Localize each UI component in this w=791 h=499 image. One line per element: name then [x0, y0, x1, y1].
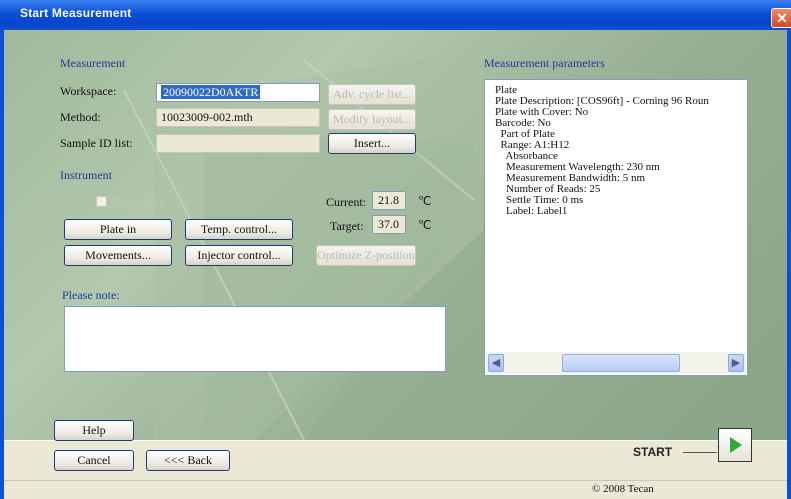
title-bar: Start Measurement ✕	[0, 0, 791, 30]
current-temp-unit: ℃	[418, 194, 432, 208]
parameter-line: Label: Label1	[495, 205, 568, 217]
please-note-label: Please note:	[62, 288, 120, 302]
injector-control-button[interactable]: Injector control...	[185, 245, 293, 266]
parameters-list: Plate Plate Description: [COS96ft] - Corn…	[495, 85, 709, 217]
workspace-label: Workspace:	[60, 84, 117, 98]
close-button[interactable]: ✕	[771, 8, 791, 28]
workspace-value: 20090022D0AKTR	[161, 85, 261, 99]
temp-control-button[interactable]: Temp. control...	[185, 219, 293, 240]
copyright-text: © 2008 Tecan	[592, 483, 654, 495]
modify-layout-button[interactable]: Modify layout...	[328, 109, 416, 130]
scroll-right-icon[interactable]: ▶	[728, 354, 744, 372]
method-field[interactable]: 10023009-002.mth	[156, 108, 320, 127]
back-button[interactable]: <<< Back	[146, 450, 230, 471]
current-temp-field: 21.8	[372, 191, 406, 210]
target-temp-label: Target:	[330, 219, 364, 233]
target-temp-field[interactable]: 37.0	[372, 215, 406, 234]
instrument-group-label: Instrument	[60, 168, 112, 182]
sample-id-label: Sample ID list:	[60, 136, 133, 150]
window-frame-right	[787, 30, 791, 499]
use-reader-checkbox[interactable]	[96, 196, 107, 207]
horizontal-scrollbar[interactable]: ◀ ▶	[486, 352, 746, 374]
sample-id-field[interactable]	[156, 134, 320, 153]
insert-button[interactable]: Insert...	[328, 133, 416, 154]
start-label: START	[633, 445, 673, 459]
adv-cycle-list-button[interactable]: Adv. cycle list...	[328, 84, 416, 105]
movements-button[interactable]: Movements...	[64, 245, 172, 266]
use-reader-label: Use reader	[112, 195, 164, 209]
scroll-left-icon[interactable]: ◀	[488, 354, 504, 372]
target-temp-unit: ℃	[418, 218, 432, 232]
parameters-group-label: Measurement parameters	[484, 56, 605, 70]
method-label: Method:	[60, 110, 101, 124]
parameters-list-box[interactable]: Plate Plate Description: [COS96ft] - Corn…	[484, 79, 748, 376]
start-button[interactable]	[718, 428, 752, 462]
plate-in-button[interactable]: Plate in	[64, 219, 172, 240]
cancel-button[interactable]: Cancel	[54, 450, 134, 471]
help-button[interactable]: Help	[54, 420, 134, 441]
play-icon	[730, 437, 742, 453]
start-connector-line	[683, 452, 717, 453]
workspace-field[interactable]: 20090022D0AKTR	[156, 83, 320, 102]
scrollbar-thumb[interactable]	[562, 354, 680, 372]
optimize-z-position-button[interactable]: Optimize Z-position...	[316, 245, 416, 266]
close-icon: ✕	[776, 10, 788, 26]
status-bar	[4, 480, 787, 499]
please-note-textarea[interactable]	[64, 306, 446, 372]
start-measurement-window: Start Measurement ✕ Measurement Workspac…	[0, 0, 791, 499]
window-title: Start Measurement	[20, 6, 132, 20]
current-temp-label: Current:	[326, 195, 366, 209]
measurement-group-label: Measurement	[60, 56, 126, 70]
